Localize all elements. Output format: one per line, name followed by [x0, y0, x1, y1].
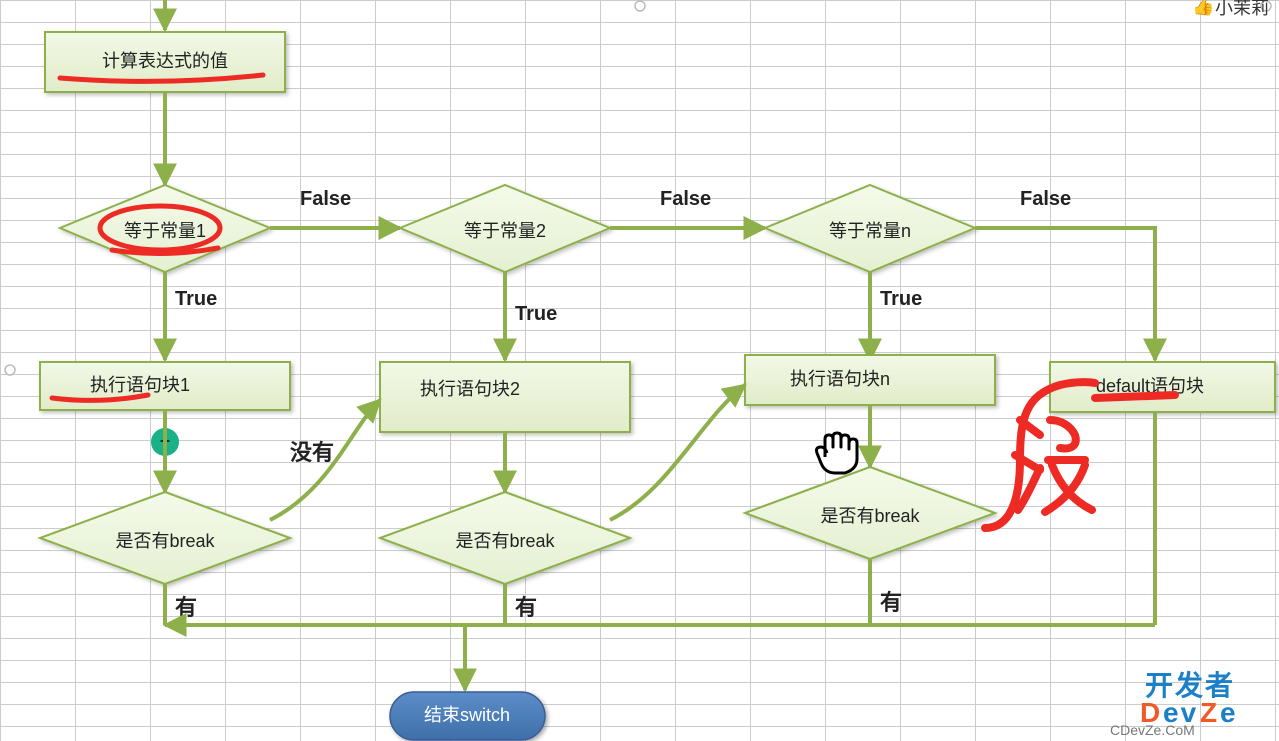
node-dn-label: 等于常量n: [829, 221, 911, 241]
flowchart-canvas: 计算表达式的值 等于常量1 False 等于常量2 False 等于常量n Fa…: [0, 0, 1279, 741]
node-s2[interactable]: 执行语句块2: [380, 362, 630, 432]
label-dn-false: False: [1020, 188, 1071, 210]
label-d1-false: False: [300, 188, 351, 210]
node-default[interactable]: default语句块: [1050, 362, 1275, 412]
node-end[interactable]: 结束switch: [390, 692, 545, 740]
selection-handle[interactable]: [5, 365, 15, 375]
svg-text:Z: Z: [1200, 697, 1219, 728]
label-d2-true: True: [515, 303, 557, 325]
label-d1-true: True: [175, 288, 217, 310]
node-bn[interactable]: 是否有break: [745, 467, 995, 559]
node-sn[interactable]: 执行语句块n: [745, 355, 995, 405]
node-dn[interactable]: 等于常量n: [765, 185, 975, 272]
node-d2-label: 等于常量2: [464, 221, 546, 241]
top-right-badge: 👍 小茉莉: [1192, 0, 1269, 18]
watermark: 开发者 D ev Z e CDevZe.CoM: [1110, 669, 1238, 738]
node-bn-label: 是否有break: [820, 506, 920, 526]
label-b2-yes: 有: [515, 595, 537, 620]
label-dn-true: True: [880, 288, 922, 310]
node-b2-label: 是否有break: [455, 531, 555, 551]
svg-text:👍: 👍: [1192, 0, 1214, 16]
node-s1[interactable]: 执行语句块1: [40, 362, 290, 410]
label-d2-false: False: [660, 188, 711, 210]
node-b1-label: 是否有break: [115, 531, 215, 551]
node-d2[interactable]: 等于常量2: [400, 185, 610, 272]
svg-text:e: e: [1220, 697, 1238, 728]
hand-cursor-icon: [817, 433, 858, 473]
node-s2-label: 执行语句块2: [420, 379, 520, 399]
node-b2[interactable]: 是否有break: [380, 492, 630, 584]
node-end-label: 结束switch: [424, 705, 510, 725]
node-b1[interactable]: 是否有break: [40, 492, 290, 584]
node-d1-label: 等于常量1: [124, 221, 206, 241]
anno-underline-default: [1095, 395, 1175, 398]
label-b1-no: 没有: [290, 440, 334, 465]
selection-handle[interactable]: [635, 1, 645, 11]
node-calc-label: 计算表达式的值: [102, 51, 228, 71]
svg-text:CDevZe.CoM: CDevZe.CoM: [1110, 722, 1195, 738]
node-sn-label: 执行语句块n: [790, 369, 890, 389]
edge-dn-default: [975, 228, 1155, 360]
svg-text:小茉莉: 小茉莉: [1215, 0, 1269, 18]
label-bn-yes: 有: [880, 590, 902, 615]
node-s1-label: 执行语句块1: [90, 375, 190, 395]
node-d1[interactable]: 等于常量1: [60, 185, 270, 272]
label-b1-yes: 有: [175, 595, 197, 620]
